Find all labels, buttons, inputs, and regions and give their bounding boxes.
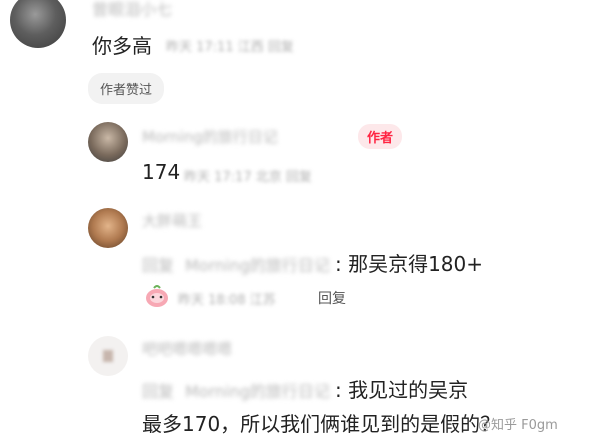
author-liked-tag: 作者赞过 bbox=[88, 73, 165, 104]
reply-1-username[interactable]: Morning的旅行日记 bbox=[142, 126, 278, 147]
reply-3-username[interactable]: 吧吧嗯嗯嗯嗯 bbox=[142, 338, 232, 359]
comment-1-text: 你多高 bbox=[92, 34, 152, 58]
reply-2-meta: 昨天 18:08 江苏 bbox=[178, 293, 276, 308]
avatar-author[interactable] bbox=[88, 122, 128, 162]
reply-2-text: : 那吴京得180+ bbox=[334, 252, 484, 276]
reply-2-reply-button[interactable]: 回复 bbox=[318, 288, 346, 308]
reply-1-meta: 昨天 17:17 北京 回复 bbox=[184, 170, 312, 185]
reply-3-text-1: : 我见过的吴京 bbox=[334, 378, 469, 402]
avatar-replier-2[interactable] bbox=[88, 208, 128, 248]
zhihu-watermark: @知乎 F0gm bbox=[478, 418, 558, 433]
avatar-3-mark bbox=[103, 350, 113, 362]
reply-2-line: 回复 Morning的旅行日记 : 那吴京得180+ bbox=[142, 248, 483, 277]
avatar-replier-3[interactable] bbox=[88, 336, 128, 376]
reply-2-username[interactable]: 大胖萌王 bbox=[142, 210, 202, 231]
reply-1-text: 174 bbox=[142, 160, 181, 184]
author-badge: 作者 bbox=[358, 124, 403, 149]
reply-3-target[interactable]: Morning的旅行日记 bbox=[185, 382, 330, 401]
reply-3-prefix: 回复 bbox=[142, 382, 175, 401]
reply-3-line-1: 回复 Morning的旅行日记 : 我见过的吴京 bbox=[142, 374, 468, 403]
comment-1-meta: 昨天 17:11 江西 回复 bbox=[166, 40, 294, 55]
commenter-1-username[interactable]: 曾眼泪小七 bbox=[92, 0, 172, 20]
reply-2-prefix: 回复 bbox=[142, 256, 175, 275]
avatar-commenter-1[interactable] bbox=[10, 0, 66, 48]
peach-sticker-icon bbox=[144, 284, 170, 308]
reply-2-target[interactable]: Morning的旅行日记 bbox=[185, 256, 330, 275]
reply-3-text-2: 最多170，所以我们俩谁见到的是假的？ bbox=[142, 412, 501, 436]
